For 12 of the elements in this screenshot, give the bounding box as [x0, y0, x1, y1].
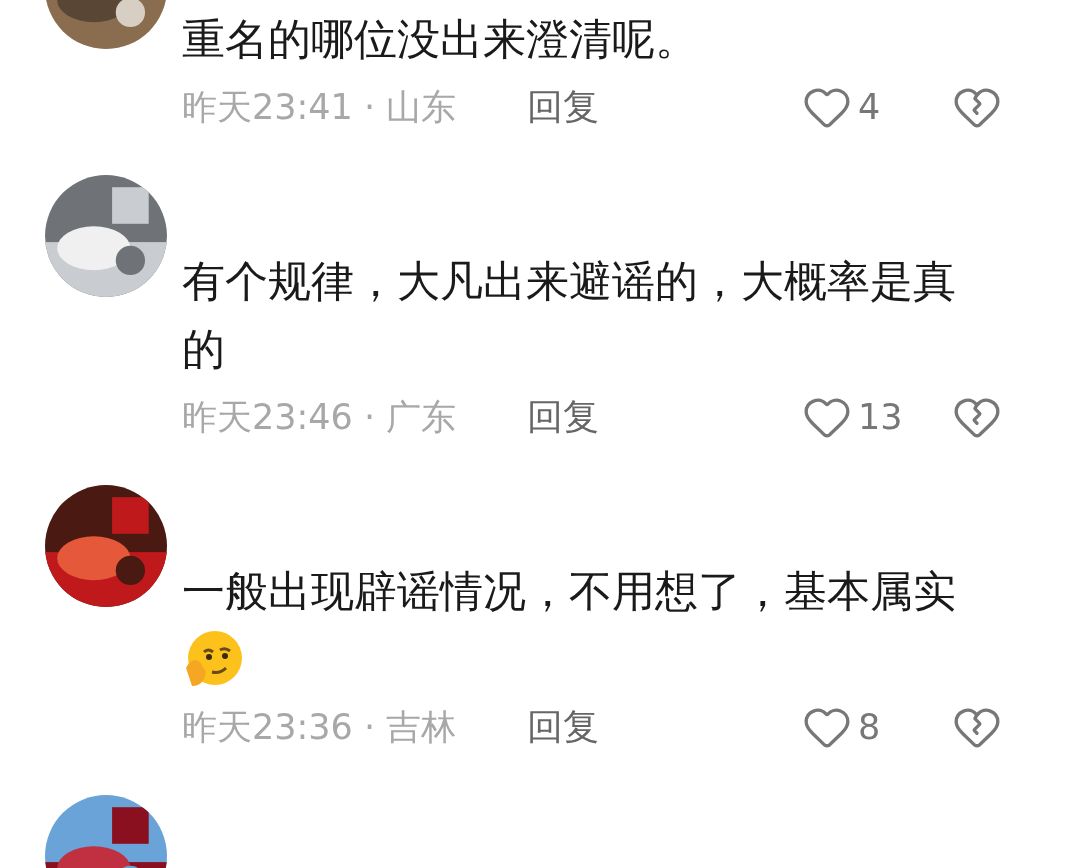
comment-time-location: 昨天23:46 · 广东: [182, 395, 458, 439]
like-count: 4: [858, 87, 881, 127]
comment-text: 一般出现辟谣情况，不用想了，基本属实: [182, 565, 957, 618]
comment-text: 有个规律，大凡出来避谣的，大概率是真的: [182, 255, 957, 376]
comment-time-location: 昨天23:41 · 山东: [182, 85, 458, 129]
comment-text: 重名的哪位没出来澄清呢。: [182, 13, 699, 66]
reply-link[interactable]: 回复: [527, 702, 599, 752]
reply-link[interactable]: 回复: [527, 82, 599, 132]
like-count: 8: [858, 707, 881, 747]
comment-time-location: 昨天23:36 · 吉林: [182, 705, 458, 749]
reply-link[interactable]: 回复: [527, 392, 599, 442]
like-count: 13: [858, 397, 903, 437]
